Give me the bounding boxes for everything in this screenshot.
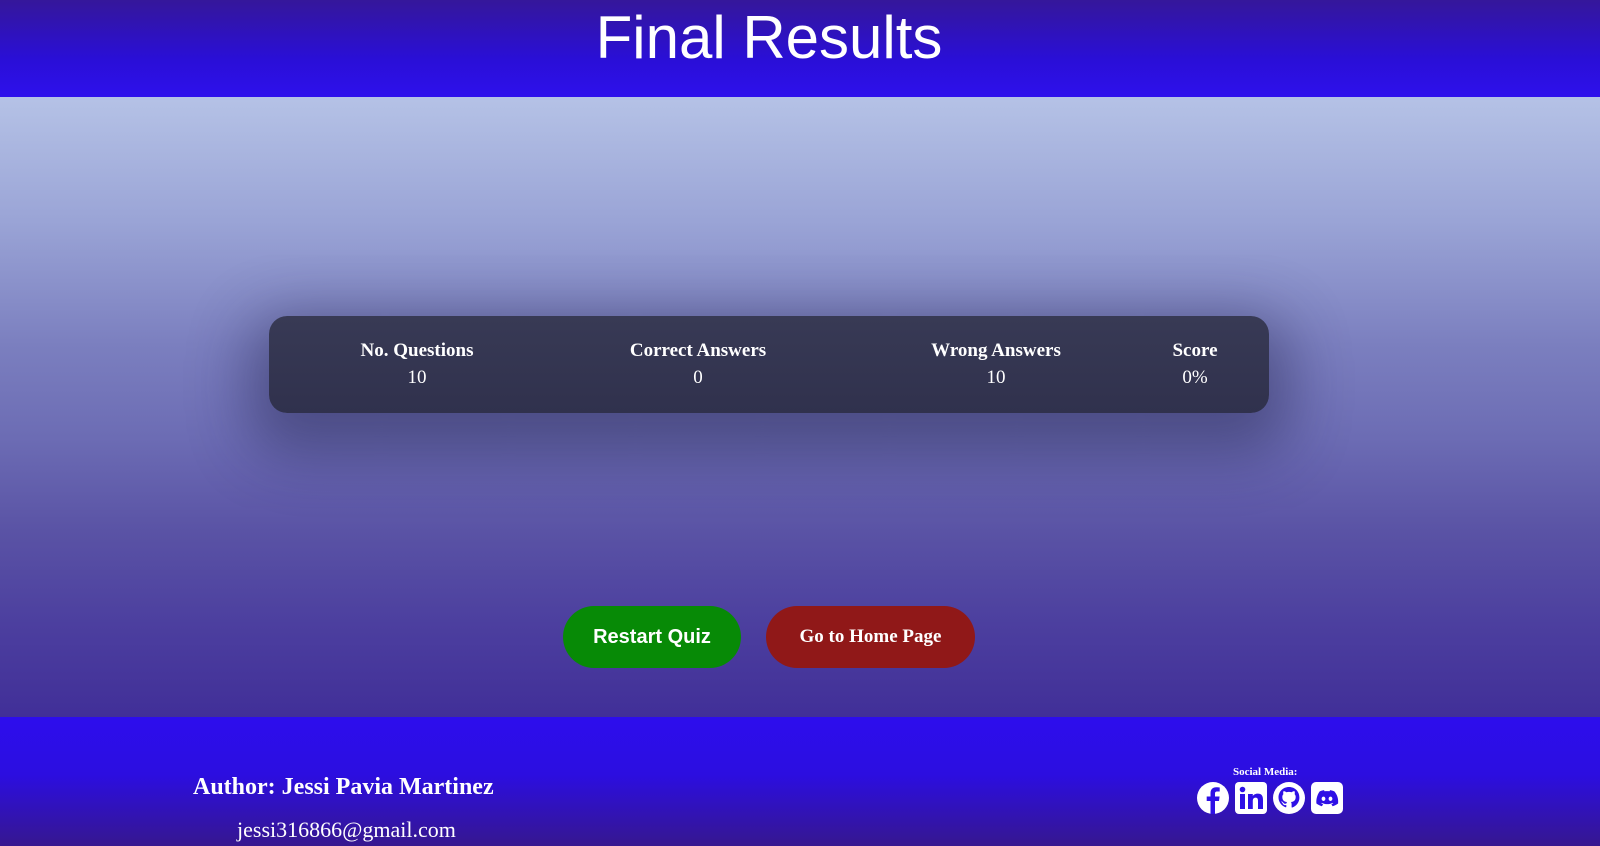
stat-questions: No. Questions 10 — [361, 338, 474, 392]
author-email: jessi316866@gmail.com — [237, 817, 456, 842]
footer: Author: Jessi Pavia Martinez jessi316866… — [0, 717, 1600, 846]
header: Final Results — [0, 0, 1600, 97]
social-icons — [1196, 781, 1344, 817]
stat-wrong-label: Wrong Answers — [931, 340, 1061, 361]
stat-correct-label: Correct Answers — [629, 340, 767, 361]
go-home-button[interactable]: Go to Home Page — [766, 606, 975, 668]
stat-wrong: Wrong Answers 10 — [931, 338, 1061, 392]
stat-questions-value: 10 — [407, 367, 427, 388]
facebook-icon[interactable] — [1196, 781, 1230, 815]
main-content: No. Questions 10 Correct Answers 0 Wrong… — [0, 97, 1600, 717]
github-icon[interactable] — [1272, 781, 1306, 815]
stat-correct-value: 0 — [693, 367, 703, 388]
stat-score-label: Score — [1172, 340, 1218, 361]
stat-correct: Correct Answers 0 — [630, 338, 766, 392]
page-title: Final Results — [595, 4, 943, 71]
stat-score-value: 0% — [1182, 367, 1208, 388]
linkedin-icon[interactable] — [1234, 781, 1268, 815]
discord-icon[interactable] — [1310, 781, 1344, 815]
stat-questions-label: No. Questions — [360, 340, 474, 361]
social-media-label: Social Media: — [1233, 766, 1298, 778]
results-card: No. Questions 10 Correct Answers 0 Wrong… — [269, 316, 1269, 413]
stat-score: Score 0% — [1172, 338, 1217, 392]
restart-quiz-button[interactable]: Restart Quiz — [563, 606, 741, 668]
stat-wrong-value: 10 — [986, 367, 1006, 388]
author-name: Author: Jessi Pavia Martinez — [193, 774, 494, 800]
